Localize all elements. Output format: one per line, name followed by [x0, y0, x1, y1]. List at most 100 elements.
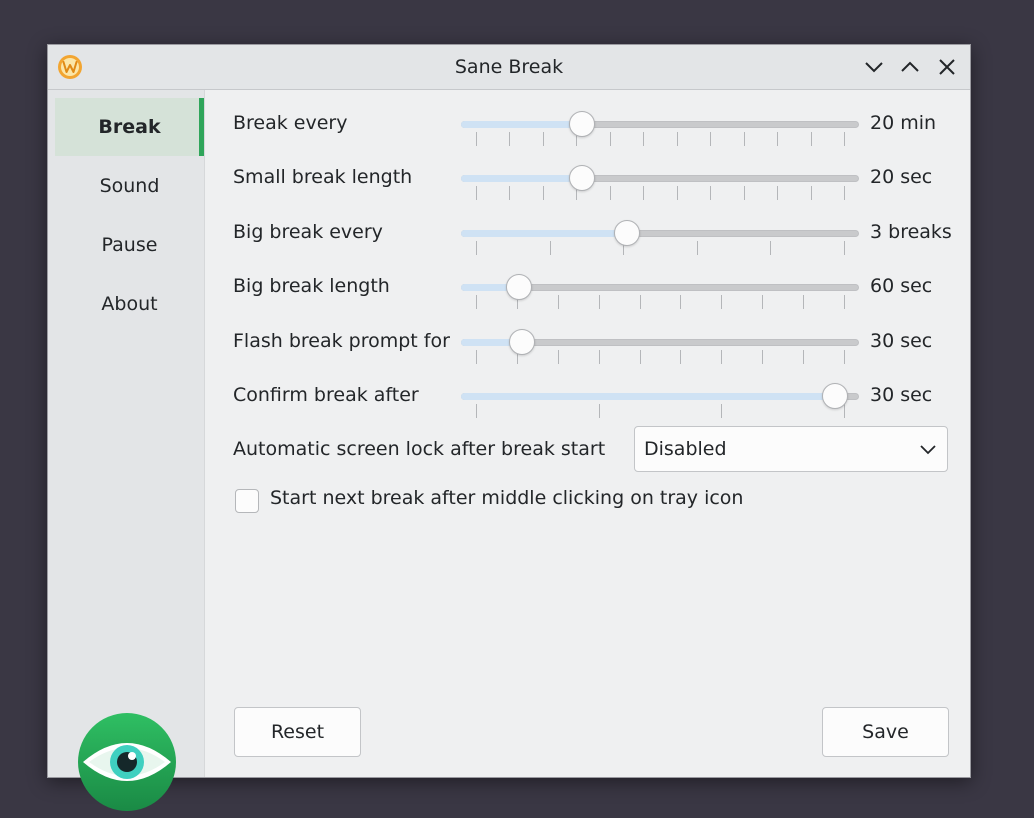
slider-value: 60 sec: [870, 275, 933, 297]
slider-tick: [696, 241, 698, 255]
middle-click-checkbox[interactable]: [235, 489, 259, 513]
slider-tick: [844, 241, 845, 255]
slider-label: Confirm break after: [233, 384, 419, 406]
sidebar: Break Sound Pause About: [48, 90, 205, 811]
slider-tick: [509, 186, 511, 200]
slider-tick: [542, 132, 544, 146]
slider-tick: [476, 132, 477, 146]
slider-tick: [609, 186, 611, 200]
minimize-icon: [865, 62, 883, 73]
slider-handle[interactable]: [821, 383, 848, 409]
slider-tick: [639, 350, 641, 364]
close-icon: [939, 59, 955, 75]
sidebar-item-about[interactable]: About: [55, 275, 204, 333]
slider-tick: [509, 132, 511, 146]
screen-lock-value: Disabled: [644, 438, 727, 460]
slider-tick: [721, 404, 723, 418]
slider-handle[interactable]: [568, 165, 595, 191]
slider-tick: [639, 295, 641, 309]
setting-slider[interactable]: [461, 380, 859, 420]
slider-value: 20 min: [870, 112, 937, 134]
slider-tick: [844, 350, 845, 364]
settings-window: Sane Break Break Sound Pause About Break…: [47, 44, 971, 811]
slider-tick: [810, 132, 812, 146]
slider-label: Big break length: [233, 275, 390, 297]
slider-tick: [777, 132, 779, 146]
screen-lock-dropdown[interactable]: Disabled: [634, 426, 948, 472]
slider-tick: [803, 350, 805, 364]
slider-tick: [770, 241, 772, 255]
slider-tick: [676, 132, 678, 146]
slider-tick: [609, 132, 611, 146]
slider-tick: [557, 295, 559, 309]
slider-handle[interactable]: [509, 329, 536, 355]
slider-tick: [476, 350, 477, 364]
setting-slider[interactable]: [461, 271, 859, 311]
slider-tick: [762, 295, 764, 309]
slider-tick: [542, 186, 544, 200]
slider-tick: [643, 186, 645, 200]
title-bar[interactable]: Sane Break: [48, 45, 970, 90]
slider-tick: [844, 295, 845, 309]
slider-value: 30 sec: [870, 384, 933, 406]
slider-tick: [803, 295, 805, 309]
slider-label: Break every: [233, 112, 348, 134]
slider-tick: [598, 295, 600, 309]
slider-fill: [461, 175, 582, 182]
slider-value: 30 sec: [870, 330, 933, 352]
slider-tick: [676, 186, 678, 200]
slider-tick: [844, 132, 845, 146]
setting-slider[interactable]: [461, 162, 859, 202]
slider-tick: [476, 186, 477, 200]
slider-tick: [710, 186, 712, 200]
slider-value: 20 sec: [870, 166, 933, 188]
slider-label: Flash break prompt for: [233, 330, 450, 352]
window-title: Sane Break: [454, 56, 564, 78]
slider-tick: [476, 404, 477, 418]
slider-tick: [777, 186, 779, 200]
slider-fill: [461, 393, 835, 400]
slider-tick: [844, 186, 845, 200]
slider-tick: [721, 295, 723, 309]
setting-slider[interactable]: [461, 108, 859, 148]
sidebar-item-pause[interactable]: Pause: [55, 216, 204, 274]
slider-handle[interactable]: [613, 220, 640, 246]
slider-tick: [549, 241, 551, 255]
slider-label: Small break length: [233, 166, 413, 188]
slider-tick: [810, 186, 812, 200]
slider-handle[interactable]: [505, 274, 532, 300]
slider-fill: [461, 230, 627, 237]
slider-tick: [598, 404, 600, 418]
slider-tick: [476, 295, 477, 309]
sidebar-item-sound[interactable]: Sound: [55, 157, 204, 215]
chevron-down-icon: [920, 445, 936, 455]
slider-label: Big break every: [233, 221, 383, 243]
eye-icon: [78, 713, 176, 811]
slider-tick: [680, 350, 682, 364]
slider-tick: [476, 241, 477, 255]
slider-tick: [743, 186, 745, 200]
slider-fill: [461, 121, 582, 128]
slider-tick: [844, 404, 845, 418]
slider-handle[interactable]: [568, 111, 595, 137]
setting-slider[interactable]: [461, 326, 859, 366]
reset-button[interactable]: Reset: [234, 707, 361, 757]
slider-tick: [598, 350, 600, 364]
close-button[interactable]: [935, 55, 959, 79]
slider-tick: [721, 350, 723, 364]
minimize-button[interactable]: [862, 55, 886, 79]
slider-tick: [643, 132, 645, 146]
slider-tick: [557, 350, 559, 364]
maximize-button[interactable]: [898, 55, 922, 79]
slider-tick: [680, 295, 682, 309]
middle-click-label[interactable]: Start next break after middle clicking o…: [270, 487, 743, 509]
maximize-icon: [901, 61, 919, 72]
save-button[interactable]: Save: [822, 707, 949, 757]
slider-tick: [762, 350, 764, 364]
slider-value: 3 breaks: [870, 221, 952, 243]
setting-slider[interactable]: [461, 217, 859, 257]
slider-tick: [743, 132, 745, 146]
sidebar-item-break[interactable]: Break: [55, 98, 204, 156]
screen-lock-label: Automatic screen lock after break start: [233, 438, 606, 460]
slider-tick: [710, 132, 712, 146]
